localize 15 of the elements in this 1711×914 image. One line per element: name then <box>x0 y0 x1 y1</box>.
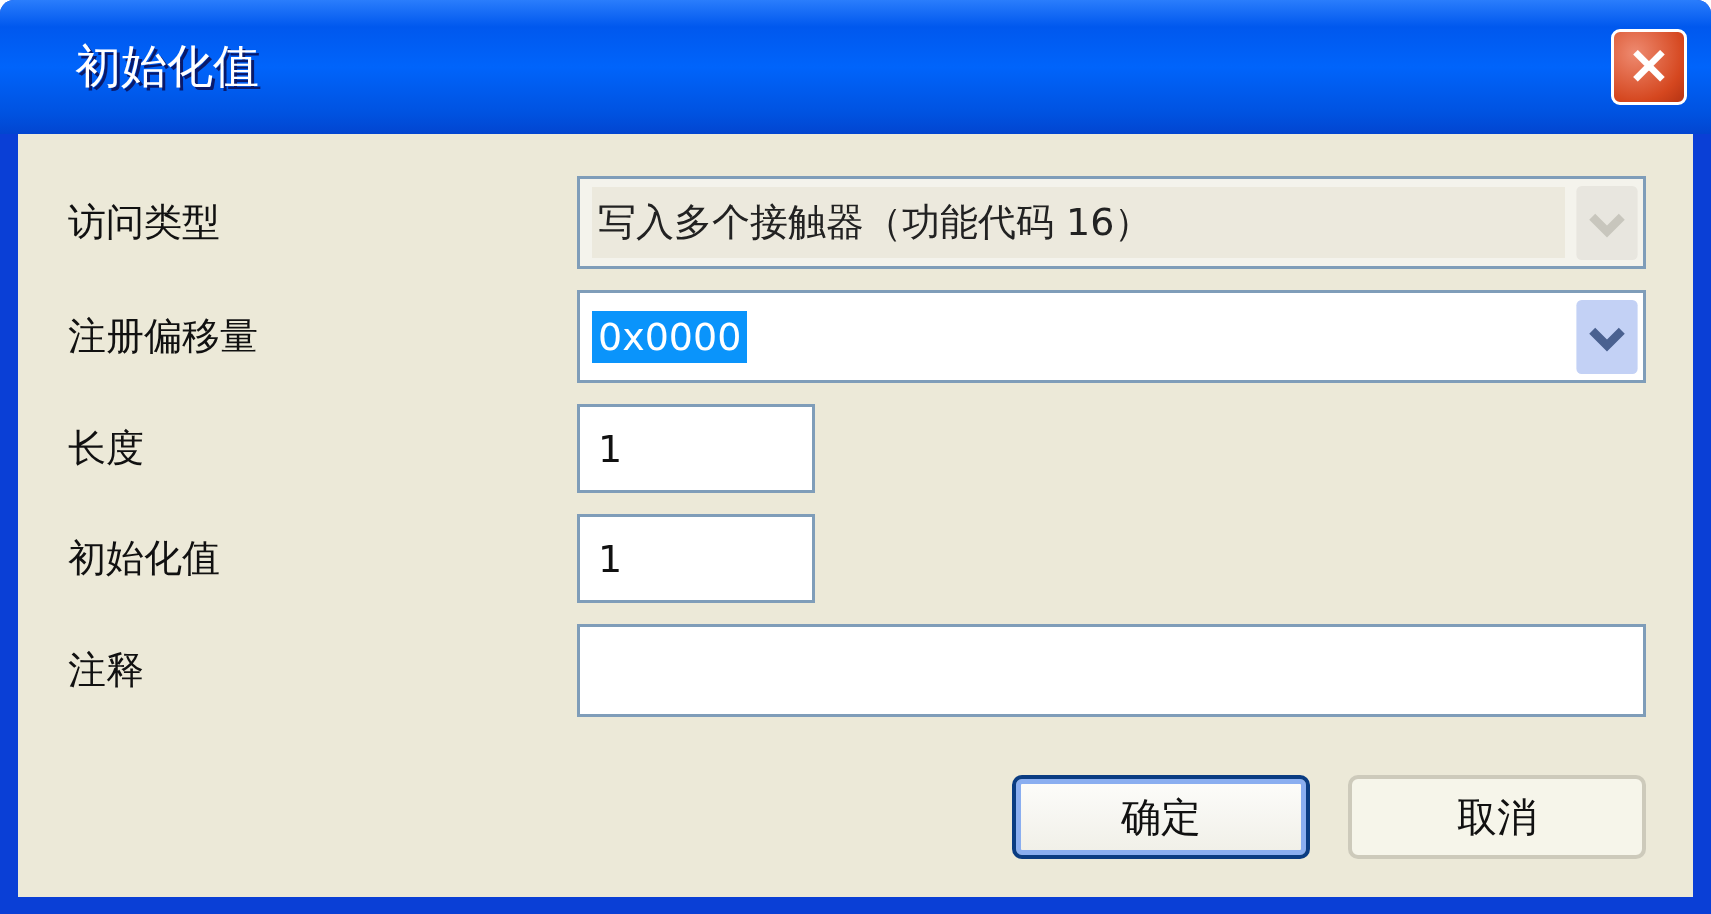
field-value: 0x0000 <box>592 310 748 363</box>
window-title: 初始化值 <box>75 38 259 95</box>
field-value: 1 <box>597 535 624 583</box>
cancel-button[interactable]: 取消 <box>1348 775 1646 859</box>
input-field[interactable] <box>577 624 1646 717</box>
field-label: 注释 <box>68 647 145 694</box>
field-label: 初始化值 <box>68 535 221 582</box>
ok-button[interactable]: 确定 <box>1012 775 1310 859</box>
input-field[interactable]: 1 <box>577 404 815 493</box>
field-label: 访问类型 <box>68 199 221 246</box>
field-value: 1 <box>597 425 624 473</box>
field-label: 长度 <box>68 425 145 472</box>
field-value: 写入多个接触器（功能代码 16） <box>597 199 1154 246</box>
field-label: 注册偏移量 <box>68 313 259 360</box>
input-field[interactable]: 1 <box>577 514 815 603</box>
